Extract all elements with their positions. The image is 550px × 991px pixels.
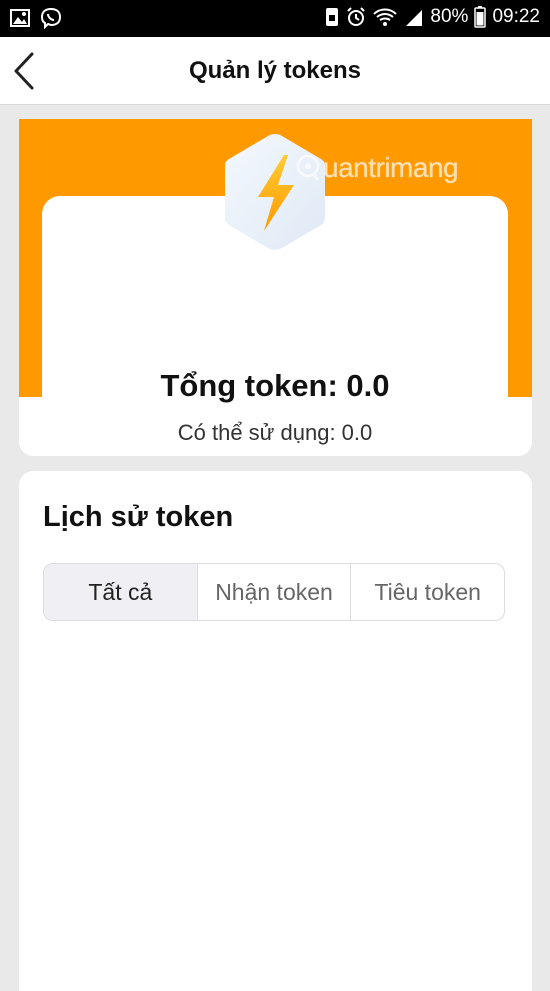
battery-percent: 80%	[430, 6, 469, 27]
signal-icon	[404, 7, 424, 27]
watermark-logo-icon	[296, 154, 320, 181]
page-title: Quản lý tokens	[188, 57, 362, 84]
tab-received[interactable]: Nhận token	[196, 564, 351, 620]
status-right-icons: 80% 09:22	[324, 6, 540, 28]
history-title: Lịch sử token	[43, 501, 234, 533]
status-bar: 80% 09:22	[0, 0, 550, 37]
sim-icon	[324, 7, 340, 27]
clock: 09:22	[492, 6, 540, 27]
token-summary-card: Tổng token: 0.0 Có thể sử dụng: 0.0 uant…	[19, 119, 532, 456]
battery-icon	[474, 6, 487, 28]
wifi-icon	[372, 7, 398, 27]
app-header: Quản lý tokens	[0, 37, 550, 105]
gallery-icon	[10, 9, 30, 27]
token-history-card: Lịch sử token Tất cả Nhận token Tiêu tok…	[19, 471, 532, 991]
available-token-label: Có thể sử dụng: 0.0	[177, 420, 373, 445]
tab-spent[interactable]: Tiêu token	[350, 564, 504, 620]
status-left-icons	[10, 7, 62, 29]
lightning-icon	[225, 134, 325, 250]
alarm-icon	[346, 7, 366, 27]
watermark-text: uantrimang	[323, 152, 459, 183]
watermark: uantrimang	[295, 152, 459, 184]
viber-icon	[40, 7, 62, 29]
token-badge	[222, 131, 328, 253]
total-token-label: Tổng token: 0.0	[160, 368, 390, 403]
history-tabs: Tất cả Nhận token Tiêu token	[43, 563, 505, 621]
tab-all[interactable]: Tất cả	[44, 564, 197, 620]
